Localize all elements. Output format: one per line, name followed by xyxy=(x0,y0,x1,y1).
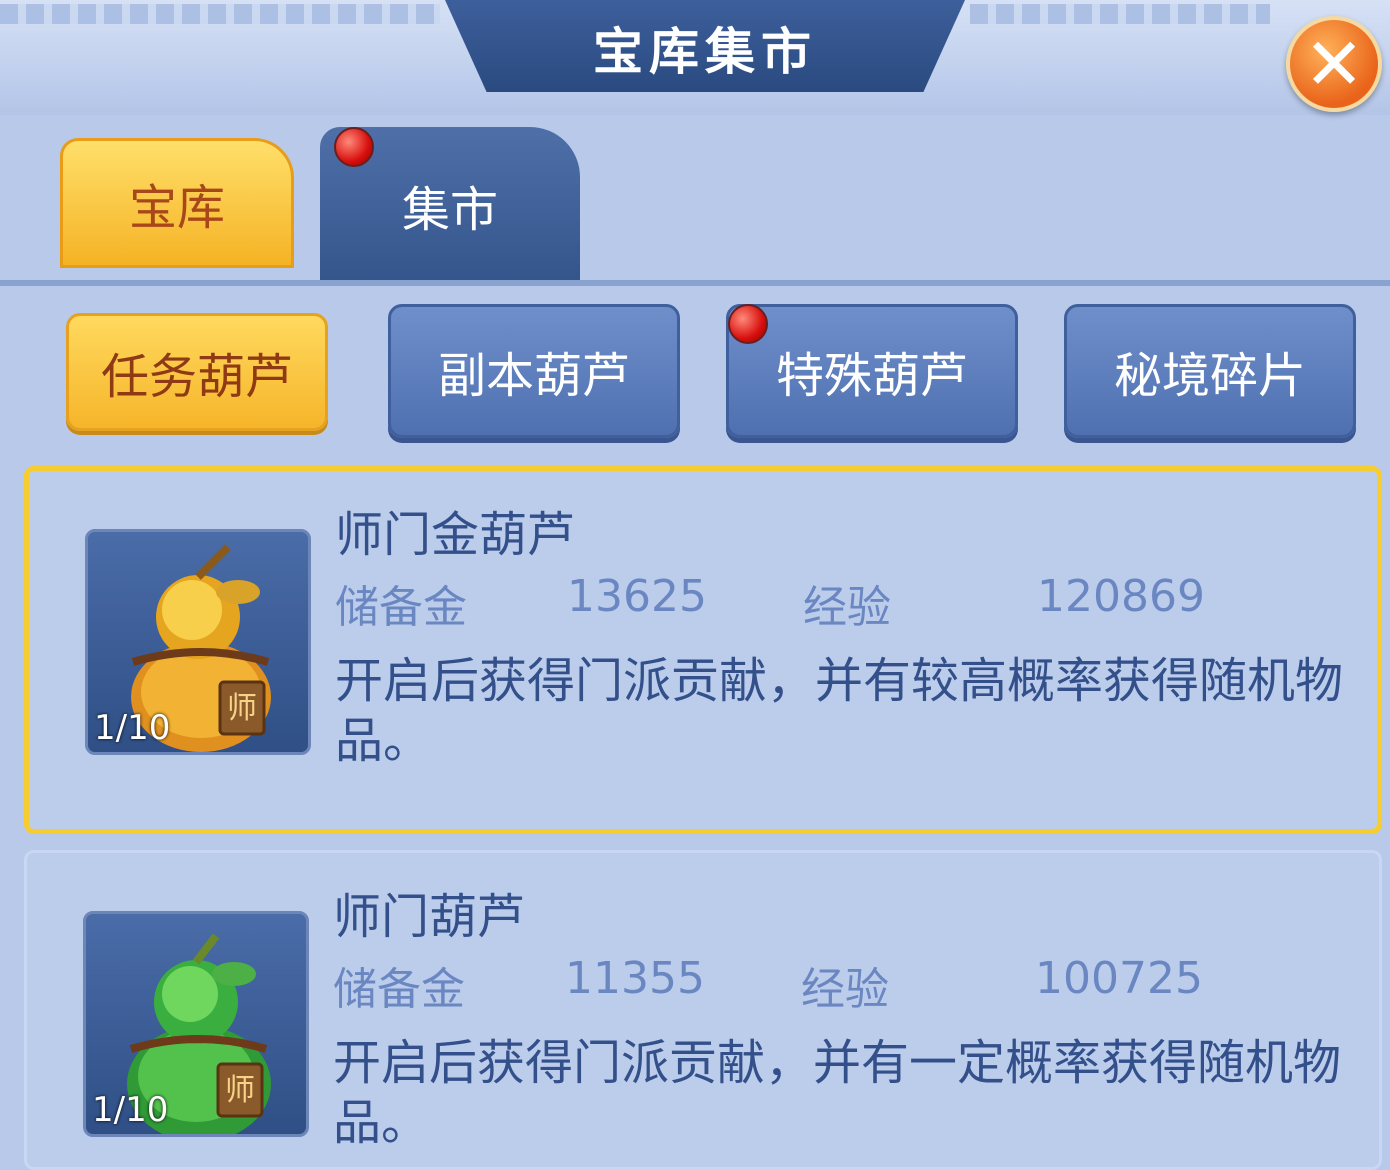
subtab-secret-fragment[interactable]: 秘境碎片 xyxy=(1064,304,1356,438)
subtab-label: 秘境碎片 xyxy=(1113,348,1306,404)
item-icon-frame[interactable]: 师 1/10 xyxy=(83,911,309,1137)
exp-label: 经验 xyxy=(801,964,889,1015)
exp-value: 100725 xyxy=(1035,953,1203,1004)
reserve-label: 储备金 xyxy=(333,964,465,1015)
header-ornament-right xyxy=(970,4,1270,24)
tab-treasury[interactable]: 宝库 xyxy=(60,138,294,268)
item-count: 1/10 xyxy=(94,708,171,748)
svg-text:师: 师 xyxy=(225,1073,255,1108)
item-name: 师门葫芦 xyxy=(333,889,526,945)
svg-text:师: 师 xyxy=(227,691,257,726)
list-item[interactable]: 师 1/10 师门葫芦 储备金 11355 经验 100725 开启后获得门派贡… xyxy=(24,850,1382,1170)
exp-label: 经验 xyxy=(803,582,891,633)
exp-value: 120869 xyxy=(1037,571,1205,622)
window-header: 宝库集市 ✕ xyxy=(0,0,1390,115)
item-description: 开启后获得门派贡献，并有较高概率获得随机物品。 xyxy=(335,653,1344,769)
subtab-label: 副本葫芦 xyxy=(437,348,630,404)
subtab-label: 特殊葫芦 xyxy=(775,348,968,404)
list-item[interactable]: 师 1/10 师门金葫芦 储备金 13625 经验 120869 开启后获得门派… xyxy=(24,466,1382,834)
reserve-label: 储备金 xyxy=(335,582,467,633)
reserve-value: 13625 xyxy=(567,571,707,622)
notification-dot-icon xyxy=(728,304,768,344)
tab-divider xyxy=(0,280,1390,286)
window-title: 宝库集市 xyxy=(593,23,817,81)
tab-label: 宝库 xyxy=(128,180,225,236)
item-count: 1/10 xyxy=(92,1090,169,1130)
item-description: 开启后获得门派贡献，并有一定概率获得随机物品。 xyxy=(333,1035,1342,1151)
subtab-label: 任务葫芦 xyxy=(100,349,293,405)
reserve-value: 11355 xyxy=(565,953,705,1004)
header-ornament-left xyxy=(0,4,440,24)
item-icon-frame[interactable]: 师 1/10 xyxy=(85,529,311,755)
item-name: 师门金葫芦 xyxy=(335,507,576,563)
subtab-special-gourd[interactable]: 特殊葫芦 xyxy=(726,304,1018,438)
close-icon: ✕ xyxy=(1303,22,1365,106)
close-button[interactable]: ✕ xyxy=(1286,16,1382,112)
subtab-quest-gourd[interactable]: 任务葫芦 xyxy=(66,313,328,431)
notification-dot-icon xyxy=(334,127,374,167)
tab-label: 集市 xyxy=(401,181,498,238)
subtab-dungeon-gourd[interactable]: 副本葫芦 xyxy=(388,304,680,438)
